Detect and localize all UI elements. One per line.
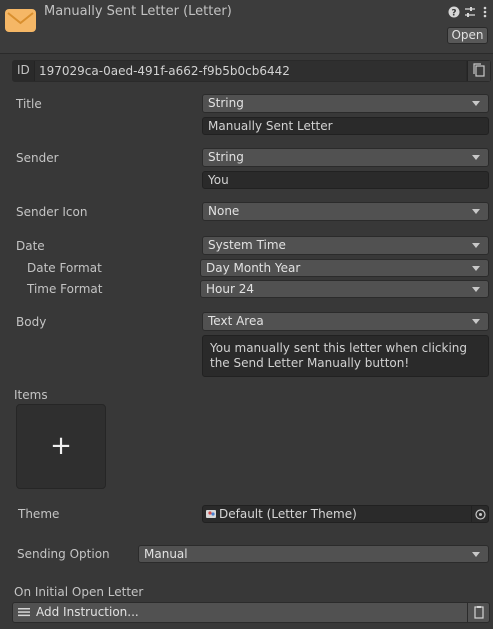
body-label: Body <box>16 315 47 329</box>
body-type-dropdown[interactable]: Text Area <box>202 312 489 331</box>
items-label: Items <box>14 388 48 402</box>
sender-type-value: String <box>208 150 244 164</box>
settings-sliders-icon[interactable] <box>463 5 477 19</box>
date-format-label: Date Format <box>27 261 102 275</box>
date-label: Date <box>16 239 45 253</box>
body-textarea[interactable]: You manually sent this letter when click… <box>202 335 489 377</box>
time-format-value: Hour 24 <box>206 282 254 296</box>
more-vert-icon[interactable] <box>478 5 492 19</box>
chevron-down-icon <box>472 101 480 106</box>
body-type-value: Text Area <box>208 314 264 328</box>
object-picker-button[interactable] <box>471 506 488 523</box>
date-type-value: System Time <box>208 238 286 252</box>
sender-icon-value: None <box>208 204 240 218</box>
theme-asset-icon <box>205 508 217 520</box>
chevron-down-icon <box>472 266 480 271</box>
sender-icon-label: Sender Icon <box>16 205 88 219</box>
chevron-down-icon <box>472 552 480 557</box>
svg-text:?: ? <box>451 9 456 19</box>
sender-type-dropdown[interactable]: String <box>202 148 489 167</box>
open-button[interactable]: Open <box>447 27 488 44</box>
paste-button[interactable] <box>467 603 489 622</box>
theme-label: Theme <box>18 507 60 521</box>
time-format-dropdown[interactable]: Hour 24 <box>200 280 489 298</box>
copy-icon <box>473 63 485 77</box>
title-type-dropdown[interactable]: String <box>202 94 489 113</box>
date-format-dropdown[interactable]: Day Month Year <box>200 259 489 277</box>
on-initial-open-label: On Initial Open Letter <box>14 585 144 599</box>
date-format-value: Day Month Year <box>206 261 301 275</box>
copy-id-button[interactable] <box>467 61 490 81</box>
date-type-dropdown[interactable]: System Time <box>202 236 489 255</box>
sending-option-label: Sending Option <box>17 547 110 561</box>
help-icon[interactable]: ? <box>447 5 461 19</box>
theme-value: Default (Letter Theme) <box>219 507 357 521</box>
id-field[interactable]: 197029ca-0aed-491f-a662-f9b5b0cb6442 <box>34 61 466 81</box>
chevron-down-icon <box>472 209 480 214</box>
envelope-icon <box>5 9 36 32</box>
chevron-down-icon <box>472 155 480 160</box>
title-type-value: String <box>208 96 244 110</box>
add-instruction-label: Add Instruction... <box>36 605 139 619</box>
sender-label: Sender <box>16 151 59 165</box>
target-icon <box>475 509 486 520</box>
add-item-button[interactable]: + <box>16 404 106 489</box>
sending-option-dropdown[interactable]: Manual <box>138 545 489 563</box>
sender-icon-dropdown[interactable]: None <box>202 202 489 221</box>
title-label: Title <box>16 97 42 111</box>
chevron-down-icon <box>472 243 480 248</box>
time-format-label: Time Format <box>27 282 103 296</box>
inspector-title: Manually Sent Letter (Letter) <box>44 4 232 19</box>
sender-input[interactable]: You <box>202 171 489 189</box>
clipboard-icon <box>474 606 484 619</box>
hamburger-icon <box>17 606 31 618</box>
chevron-down-icon <box>472 319 480 324</box>
chevron-down-icon <box>472 287 480 292</box>
id-label: ID <box>17 63 30 77</box>
title-input[interactable]: Manually Sent Letter <box>202 117 489 135</box>
sending-option-value: Manual <box>144 547 188 561</box>
